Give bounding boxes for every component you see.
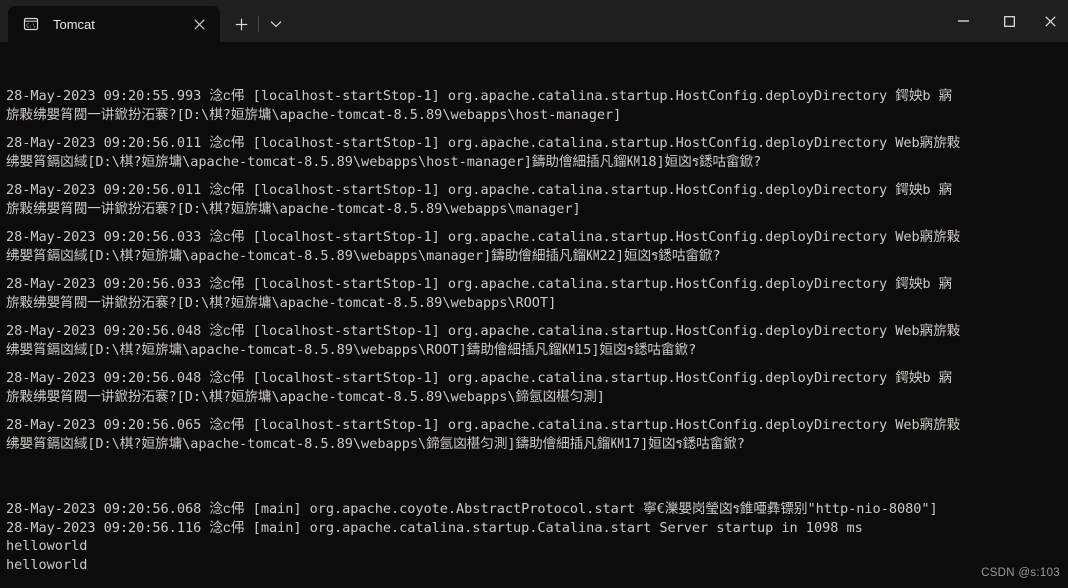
log-entry: 28-May-2023 09:20:56.011 淰ᴄ伄 [localhost-…: [6, 181, 1066, 218]
log-line: 28-May-2023 09:20:56.048 淰ᴄ伄 [localhost-…: [6, 370, 953, 386]
new-tab-button[interactable]: [224, 6, 258, 42]
tab-tomcat[interactable]: C:\ Tomcat: [8, 6, 220, 42]
close-button[interactable]: [1032, 0, 1068, 42]
terminal-window: C:\ Tomcat 28-May-2023 09:20:55.993 淰ᴄ伄 …: [0, 0, 1068, 588]
log-line: helloworld: [6, 556, 88, 573]
log-entry: 28-May-2023 09:20:56.033 淰ᴄ伄 [localhost-…: [6, 275, 1066, 312]
log-line: 旂敤绋嬰筲閥一讲鍁扮沰褰?[D:\棋?姮旂墉\apache-tomcat-8.5…: [6, 388, 605, 405]
chevron-down-icon[interactable]: [259, 6, 293, 42]
log-line: 28-May-2023 09:20:56.068 淰ᴄ伄 [main] org.…: [6, 501, 938, 517]
title-bar: C:\ Tomcat: [0, 0, 1068, 42]
log-entry-list: 28-May-2023 09:20:55.993 淰ᴄ伄 [localhost-…: [6, 87, 1066, 453]
log-entry: 28-May-2023 09:20:55.993 淰ᴄ伄 [localhost-…: [6, 87, 1066, 124]
log-line: 28-May-2023 09:20:55.993 淰ᴄ伄 [localhost-…: [6, 88, 953, 104]
maximize-button[interactable]: [986, 0, 1032, 42]
minimize-button[interactable]: [940, 0, 986, 42]
window-controls: [940, 0, 1068, 42]
log-line: 旂敤绋嬰筲閥一讲鍁扮沰褰?[D:\棋?姮旂墉\apache-tomcat-8.5…: [6, 200, 581, 217]
log-entry: 28-May-2023 09:20:56.011 淰ᴄ伄 [localhost-…: [6, 134, 1066, 171]
terminal-output[interactable]: 28-May-2023 09:20:55.993 淰ᴄ伄 [localhost-…: [0, 42, 1068, 588]
log-line: 旂敤绋嬰筲閥一讲鍁扮沰褰?[D:\棋?姮旂墉\apache-tomcat-8.5…: [6, 294, 557, 311]
log-line: 28-May-2023 09:20:56.116 淰ᴄ伄 [main] org.…: [6, 519, 863, 536]
log-line: 28-May-2023 09:20:56.033 淰ᴄ伄 [localhost-…: [6, 229, 961, 245]
log-line: 绋嬰筲鎘㓙緎[D:\棋?姮旂墉\apache-tomcat-8.5.89\web…: [6, 435, 745, 452]
tab-strip: C:\ Tomcat: [0, 0, 293, 42]
log-entry: 28-May-2023 09:20:56.048 淰ᴄ伄 [localhost-…: [6, 369, 1066, 406]
log-line: 28-May-2023 09:20:56.065 淰ᴄ伄 [localhost-…: [6, 417, 961, 433]
log-entry: 28-May-2023 09:20:56.048 淰ᴄ伄 [localhost-…: [6, 322, 1066, 359]
log-line: 旂敤绋嬰筲閥一讲鍁扮沰褰?[D:\棋?姮旂墉\apache-tomcat-8.5…: [6, 106, 622, 123]
watermark: CSDN @s:103: [981, 566, 1060, 579]
log-line: 绋嬰筲鎘㓙緎[D:\棋?姮旂墉\apache-tomcat-8.5.89\web…: [6, 153, 762, 170]
log-line: 28-May-2023 09:20:56.011 淰ᴄ伄 [localhost-…: [6, 135, 961, 151]
log-line: 绋嬰筲鎘㓙緎[D:\棋?姮旂墉\apache-tomcat-8.5.89\web…: [6, 247, 721, 264]
tab-title: Tomcat: [53, 16, 95, 32]
log-line: 28-May-2023 09:20:56.011 淰ᴄ伄 [localhost-…: [6, 182, 953, 198]
svg-text:C:\: C:\: [26, 23, 35, 29]
close-icon[interactable]: [188, 13, 210, 35]
tail-line-list: 28-May-2023 09:20:56.068 淰ᴄ伄 [main] org.…: [6, 500, 1066, 574]
log-line: 绋嬰筲鎘㓙緎[D:\棋?姮旂墉\apache-tomcat-8.5.89\web…: [6, 341, 697, 358]
log-line: 28-May-2023 09:20:56.033 淰ᴄ伄 [localhost-…: [6, 276, 953, 292]
console-icon: C:\: [22, 16, 39, 33]
log-line: 28-May-2023 09:20:56.048 淰ᴄ伄 [localhost-…: [6, 323, 961, 339]
log-entry: 28-May-2023 09:20:56.065 淰ᴄ伄 [localhost-…: [6, 416, 1066, 453]
log-line: helloworld: [6, 538, 88, 554]
log-entry: 28-May-2023 09:20:56.033 淰ᴄ伄 [localhost-…: [6, 228, 1066, 265]
